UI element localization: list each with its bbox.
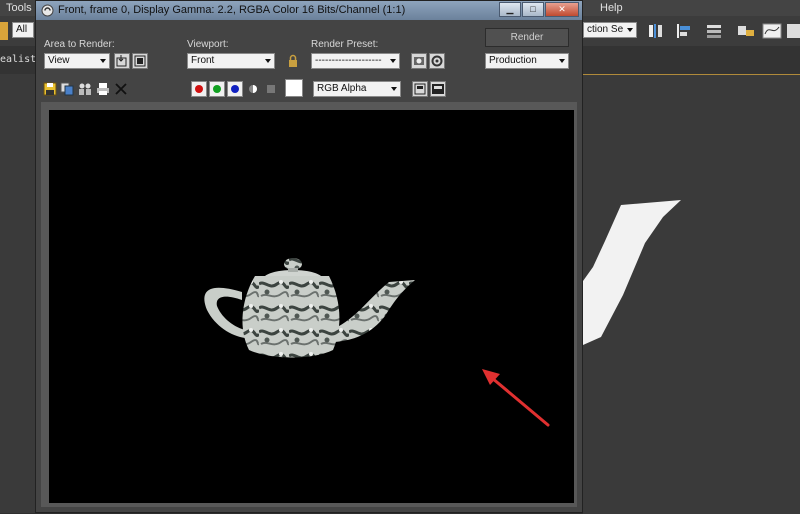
mirror-icon[interactable] bbox=[646, 22, 666, 40]
viewport-dropdown[interactable]: Front bbox=[187, 53, 275, 69]
maximize-button[interactable]: □ bbox=[522, 2, 544, 17]
app-logo-icon bbox=[41, 4, 54, 17]
close-button[interactable]: ✕ bbox=[545, 2, 579, 17]
copy-image-icon[interactable] bbox=[60, 82, 74, 96]
display-toggle-ui-icon[interactable] bbox=[412, 81, 428, 97]
named-selection-dropdown[interactable]: ction Se bbox=[583, 22, 637, 38]
render-button[interactable]: Render bbox=[485, 28, 569, 47]
rendered-image-canvas[interactable] bbox=[49, 110, 574, 503]
menu-help[interactable]: Help bbox=[600, 2, 623, 14]
curve-editor-icon[interactable] bbox=[762, 22, 782, 40]
layer-manager-icon[interactable] bbox=[704, 22, 724, 40]
swatch-color-box[interactable] bbox=[285, 79, 303, 97]
edit-region-icon[interactable] bbox=[114, 53, 130, 69]
clone-window-icon[interactable] bbox=[78, 82, 92, 96]
viewport-label: Viewport: bbox=[187, 39, 229, 50]
rendered-teapot-image bbox=[204, 258, 415, 358]
background-viewport-right[interactable] bbox=[583, 74, 800, 514]
material-editor-icon[interactable] bbox=[786, 22, 800, 40]
snap-icon[interactable] bbox=[0, 22, 8, 40]
area-to-render-dropdown[interactable]: View bbox=[44, 53, 110, 69]
schematic-view-icon[interactable] bbox=[736, 22, 756, 40]
align-icon[interactable] bbox=[674, 22, 694, 40]
render-preset-label: Render Preset: bbox=[311, 39, 379, 50]
lock-icon[interactable] bbox=[286, 54, 300, 68]
clear-image-icon[interactable] bbox=[114, 82, 128, 96]
save-image-icon[interactable] bbox=[43, 82, 57, 96]
render-preset-dropdown[interactable]: -------------------- bbox=[311, 53, 400, 69]
window-title: Front, frame 0, Display Gamma: 2.2, RGBA… bbox=[58, 4, 406, 16]
rendered-frame-window: Front, frame 0, Display Gamma: 2.2, RGBA… bbox=[35, 0, 583, 513]
selection-filter-dropdown[interactable]: All bbox=[12, 22, 34, 38]
blue-channel-toggle[interactable] bbox=[227, 81, 243, 97]
alpha-channel-icon[interactable] bbox=[246, 82, 260, 96]
print-image-icon[interactable] bbox=[96, 82, 110, 96]
environment-effects-icon[interactable] bbox=[429, 53, 445, 69]
toggle-ui-overlays-icon[interactable] bbox=[430, 81, 446, 97]
minimize-button[interactable]: ▁ bbox=[499, 2, 521, 17]
red-channel-toggle[interactable] bbox=[191, 81, 207, 97]
annotation-arrow-icon bbox=[482, 369, 550, 427]
auto-region-icon[interactable] bbox=[132, 53, 148, 69]
window-title-bar[interactable]: Front, frame 0, Display Gamma: 2.2, RGBA… bbox=[36, 1, 582, 20]
render-setup-icon[interactable] bbox=[411, 53, 427, 69]
menu-tools[interactable]: Tools bbox=[6, 2, 32, 14]
monochrome-icon[interactable] bbox=[264, 82, 278, 96]
area-to-render-label: Area to Render: bbox=[44, 39, 115, 50]
render-mode-dropdown[interactable]: Production bbox=[485, 53, 569, 69]
green-channel-toggle[interactable] bbox=[209, 81, 225, 97]
viewport-object-fragment bbox=[583, 200, 681, 345]
channel-display-dropdown[interactable]: RGB Alpha bbox=[313, 81, 401, 97]
